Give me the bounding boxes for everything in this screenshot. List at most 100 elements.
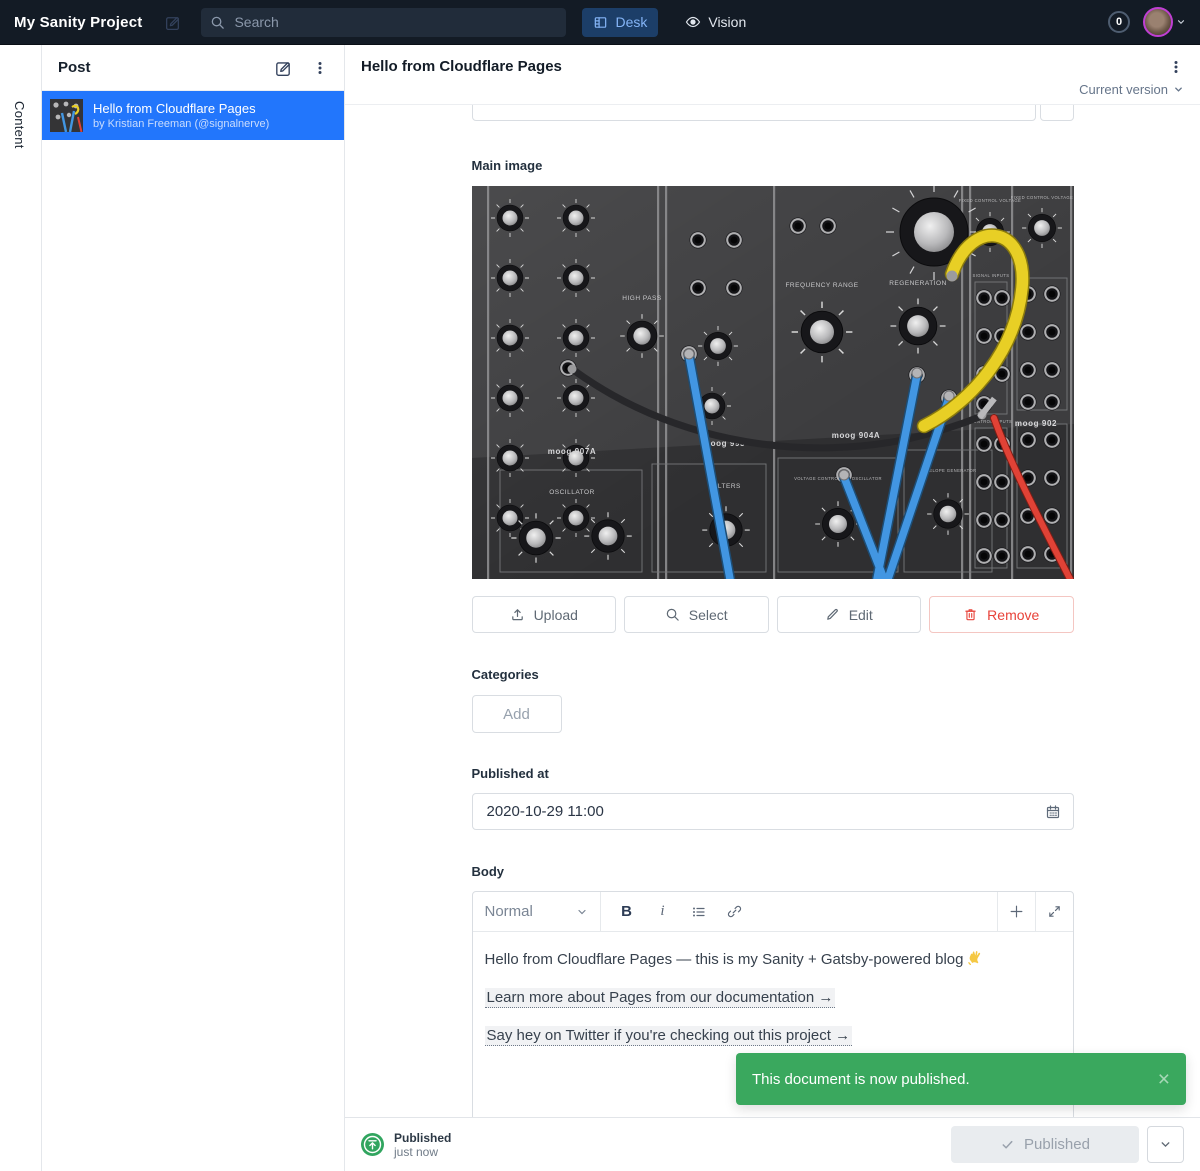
document-kebab-menu-icon[interactable] — [1168, 59, 1184, 75]
eye-icon — [685, 14, 701, 30]
publish-status: Published just now — [361, 1131, 451, 1159]
pencil-icon — [825, 607, 840, 622]
project-title: My Sanity Project — [14, 14, 142, 31]
bullet-list-icon — [691, 904, 707, 920]
document-footer: Published just now Published — [345, 1117, 1200, 1171]
photo-label-moog-902: moog 902 — [1014, 419, 1056, 428]
tab-vision[interactable]: Vision — [674, 8, 757, 37]
photo-label-regeneration: REGENERATION — [889, 280, 947, 287]
kebab-menu-icon[interactable] — [312, 60, 328, 76]
plus-icon — [1008, 903, 1025, 920]
trash-icon — [963, 607, 978, 622]
document-form-scroll[interactable]: Main image — [345, 105, 1200, 1117]
list-item-post[interactable]: Hello from Cloudflare Pages by Kristian … — [42, 91, 344, 140]
avatar[interactable] — [1143, 7, 1173, 37]
bold-button[interactable]: B — [609, 892, 645, 931]
clipped-text-input[interactable] — [472, 105, 1036, 121]
content-rail: Content — [0, 45, 42, 1171]
edit-button[interactable]: Edit — [777, 596, 922, 633]
post-item-texts: Hello from Cloudflare Pages by Kristian … — [93, 101, 269, 130]
italic-button[interactable]: i — [645, 892, 681, 931]
close-icon[interactable]: × — [1158, 1069, 1170, 1090]
select-button-label: Select — [689, 607, 728, 623]
post-thumbnail — [50, 99, 83, 132]
toolbar-spacer — [753, 892, 997, 931]
main-image-photo: HIGH PASS FREQUENCY RANGE — [472, 186, 1074, 579]
post-list-panel: Post Hello from Cloudflare Pages by Kris… — [42, 45, 345, 1171]
upload-button-label: Upload — [534, 607, 578, 623]
new-document-icon[interactable] — [274, 59, 292, 77]
upload-button[interactable]: Upload — [472, 596, 617, 633]
document-panel: Hello from Cloudflare Pages Current vers… — [345, 45, 1200, 1171]
search-bar[interactable] — [201, 8, 566, 37]
photo-label-oscillator: OSCILLATOR — [549, 489, 595, 496]
publish-status-icon — [361, 1133, 384, 1156]
image-action-buttons: Upload Select Edit Remove — [472, 596, 1074, 633]
document-header: Hello from Cloudflare Pages Current vers… — [345, 45, 1200, 105]
publish-button-label: Published — [1024, 1136, 1090, 1153]
chevron-down-icon — [576, 906, 588, 918]
body-paragraph: Say hey on Twitter if you're checking ou… — [485, 1026, 1061, 1045]
body-paragraph-text: Hello from Cloudflare Pages — this is my… — [485, 951, 964, 968]
body-paragraph: Learn more about Pages from our document… — [485, 988, 1061, 1007]
insert-block-button[interactable] — [997, 892, 1035, 931]
toast-message: This document is now published. — [752, 1071, 970, 1088]
clipped-field-button[interactable] — [1040, 105, 1074, 121]
expand-icon — [1047, 904, 1062, 919]
format-buttons: B i — [601, 892, 753, 931]
photo-label-moog-907a: moog 907A — [547, 447, 596, 456]
body-paragraph: Hello from Cloudflare Pages — this is my… — [485, 950, 1061, 969]
sidebar-item-content[interactable]: Content — [12, 101, 27, 149]
chevron-down-icon — [1159, 1138, 1172, 1151]
style-selector[interactable]: Normal — [473, 892, 601, 931]
add-category-button[interactable]: Add — [472, 695, 562, 733]
expand-editor-button[interactable] — [1035, 892, 1073, 931]
editor-toolbar: Normal B i — [473, 892, 1073, 932]
link-button[interactable] — [717, 892, 753, 931]
publish-menu-button[interactable] — [1147, 1126, 1184, 1163]
remove-button-label: Remove — [987, 607, 1039, 623]
tab-desk[interactable]: Desk — [582, 8, 658, 37]
photo-label-frequency-range: FREQUENCY RANGE — [785, 282, 858, 289]
body-link[interactable]: Say hey on Twitter if you're checking ou… — [485, 1026, 853, 1046]
compose-icon[interactable] — [164, 14, 181, 31]
select-button[interactable]: Select — [624, 596, 769, 633]
published-at-input[interactable] — [485, 802, 1045, 821]
version-label: Current version — [1079, 82, 1168, 97]
notifications-badge[interactable]: 0 — [1108, 11, 1130, 33]
body-link[interactable]: Learn more about Pages from our document… — [485, 988, 836, 1008]
photo-label-signal-inputs: SIGNAL INPUTS — [972, 273, 1009, 278]
version-selector[interactable]: Current version — [361, 82, 1184, 97]
post-panel-title: Post — [58, 59, 274, 76]
publish-status-title: Published — [394, 1131, 451, 1145]
top-bar: My Sanity Project Desk Vision 0 — [0, 0, 1200, 45]
publish-status-time: just now — [394, 1145, 451, 1159]
upload-icon — [510, 607, 525, 622]
published-at-label: Published at — [472, 766, 1074, 781]
search-input[interactable] — [232, 13, 557, 31]
remove-button[interactable]: Remove — [929, 596, 1074, 633]
desk-icon — [593, 15, 608, 30]
tab-vision-label: Vision — [708, 14, 746, 30]
clipped-field — [472, 105, 1074, 122]
magnifier-icon — [665, 607, 680, 622]
body-label: Body — [472, 864, 1074, 879]
published-at-field[interactable] — [472, 793, 1074, 830]
bullet-list-button[interactable] — [681, 892, 717, 931]
user-menu[interactable] — [1143, 7, 1186, 37]
page-title: Hello from Cloudflare Pages — [361, 58, 1168, 75]
workspace: Content Post Hello from Cloudfl — [0, 45, 1200, 1171]
link-icon — [727, 904, 742, 919]
photo-label-high-pass: HIGH PASS — [622, 295, 662, 302]
categories-label: Categories — [472, 667, 1074, 682]
publish-status-texts: Published just now — [394, 1131, 451, 1159]
check-icon — [1000, 1137, 1015, 1152]
chevron-down-icon — [1176, 17, 1186, 27]
photo-label-moog-904a: moog 904A — [831, 431, 880, 440]
post-panel-header: Post — [42, 45, 344, 91]
waving-hand-emoji — [966, 950, 982, 966]
post-item-title: Hello from Cloudflare Pages — [93, 101, 269, 116]
photo-label-vco: VOLTAGE CONTROLLED OSCILLATOR — [794, 476, 882, 481]
calendar-icon[interactable] — [1045, 804, 1061, 820]
publish-button[interactable]: Published — [951, 1126, 1139, 1163]
